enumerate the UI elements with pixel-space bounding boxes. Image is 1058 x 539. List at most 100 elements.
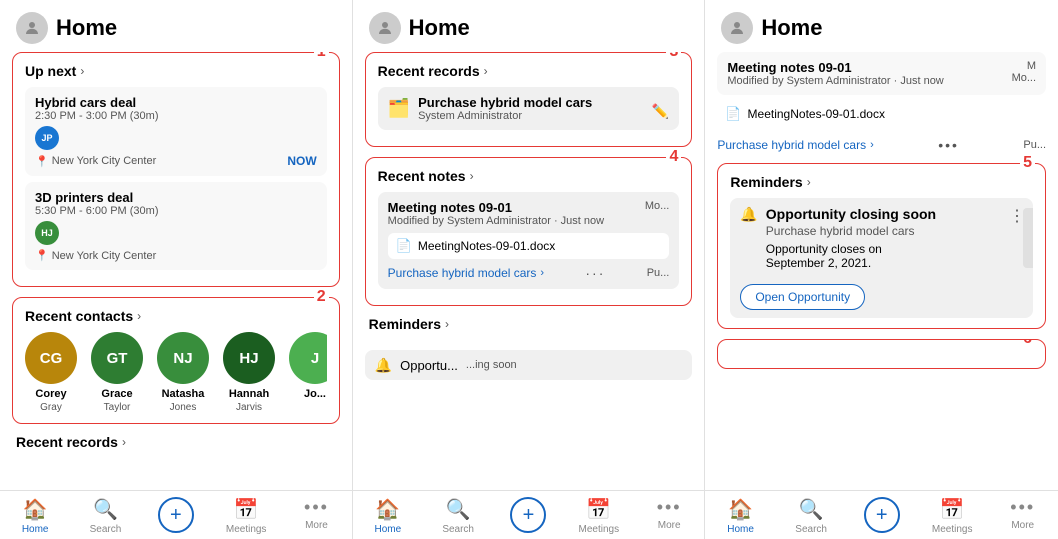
file-icon-top: 📄 [725,106,741,122]
bell-icon: 🔔 [740,206,757,223]
nav-plus-1[interactable]: + [141,497,211,535]
note-link[interactable]: Purchase hybrid model cars › [388,266,544,280]
link-row-top: Purchase hybrid model cars › ••• Pu... [717,137,1046,153]
meetings-icon-3: 📅 [940,497,965,522]
nav-search-2[interactable]: 🔍 Search [423,497,493,535]
reminder-card-1: 🔔 Opportunity closing soon Purchase hybr… [730,198,1033,318]
record-sub-1: System Administrator [418,110,592,122]
nav-meetings-label-2: Meetings [579,524,620,535]
note-dots[interactable]: ··· [585,265,605,281]
contact-NJ[interactable]: NJ Natasha Jones [157,332,209,413]
recent-records-header[interactable]: Recent records › [378,63,680,79]
page-title: Home [56,15,117,41]
edit-icon-1[interactable]: ✏️ [652,103,669,120]
nav-more-1[interactable]: ••• More [281,497,351,535]
header-avatar-2 [369,12,401,44]
nav-search-label-1: Search [90,524,122,535]
meeting-notes-card-top[interactable]: Meeting notes 09-01 Modified by System A… [717,52,1046,95]
event-time-2: 5:30 PM - 6:00 PM (30m) [35,205,317,217]
event-item-1[interactable]: Hybrid cars deal 2:30 PM - 3:00 PM (30m)… [25,87,327,176]
contact-HJ[interactable]: HJ Hannah Jarvis [223,332,275,413]
header-avatar [16,12,48,44]
recent-contacts-section: 2 Recent contacts › CG Corey Gray GT Gra… [12,297,340,424]
open-btn-wrapper: Open Opportunity [740,280,1023,310]
nav-more-3[interactable]: ••• More [987,497,1058,535]
nav-plus-2[interactable]: + [493,497,563,535]
contact-J[interactable]: J Jo... [289,332,327,413]
col-right-top: Pu... [1023,139,1046,151]
panel1-header: Home [0,0,352,52]
reminders-label[interactable]: Reminders › [365,316,693,332]
recent-notes-section: 4 Recent notes › Meeting notes 09-01 Mod… [365,157,693,306]
home-icon-2: 🏠 [375,497,400,522]
recent-notes-header[interactable]: Recent notes › [378,168,680,184]
partial-text: Opportu... [400,358,458,373]
section-number-4: 4 [666,148,681,166]
more-icon-1: ••• [304,497,329,518]
event-time-1: 2:30 PM - 3:00 PM (30m) [35,110,317,122]
panel1-content: 1 Up next › Hybrid cars deal 2:30 PM - 3… [0,52,352,490]
file-row-top[interactable]: 📄 MeetingNotes-09-01.docx [717,101,1046,127]
home-icon-3: 🏠 [728,497,753,522]
plus-button-2[interactable]: + [510,497,546,533]
reminders-header[interactable]: Reminders › [730,174,1033,190]
meeting-notes-title-top: Meeting notes 09-01 [727,60,943,75]
recent-contacts-header[interactable]: Recent contacts › [25,308,327,324]
partial-reminder: 🔔 Opportu... ...ing soon [365,350,693,380]
nav-home-1[interactable]: 🏠 Home [0,497,70,535]
rn-chevron: › [470,169,474,183]
contacts-row: CG Corey Gray GT Grace Taylor NJ Natasha… [25,332,327,413]
nav-search-label-3: Search [795,524,827,535]
reminder-title: Opportunity closing soon [766,206,936,222]
link-text-top[interactable]: Purchase hybrid model cars [717,138,866,152]
contact-GT[interactable]: GT Grace Taylor [91,332,143,413]
nav-meetings-3[interactable]: 📅 Meetings [917,497,988,535]
plus-button-3[interactable]: + [864,497,900,533]
panel2-content: 3 Recent records › 🗂️ Purchase hybrid mo… [353,52,705,490]
reminder-subtitle: Purchase hybrid model cars [766,224,936,238]
nav-more-2[interactable]: ••• More [634,497,704,535]
recent-records-label-text: Recent records [16,434,118,450]
note-col-right: Pu... [647,267,670,279]
nav-plus-3[interactable]: + [846,497,917,535]
event-title-1: Hybrid cars deal [35,95,317,110]
nav-more-label-3: More [1011,520,1034,531]
nav-home-2[interactable]: 🏠 Home [353,497,423,535]
contact-last-NJ: Jones [170,402,197,413]
note-file-row[interactable]: 📄 MeetingNotes-09-01.docx [388,233,670,259]
nav-more-label-2: More [658,520,681,531]
nav-search-1[interactable]: 🔍 Search [70,497,140,535]
now-badge-1: NOW [287,154,316,168]
event-location-2: 📍 New York City Center [35,249,317,262]
partial-next-card [1023,208,1033,268]
nav-search-label-2: Search [442,524,474,535]
link-top[interactable]: Purchase hybrid model cars › [717,138,873,152]
nav-meetings-1[interactable]: 📅 Meetings [211,497,281,535]
up-next-section: 1 Up next › Hybrid cars deal 2:30 PM - 3… [12,52,340,287]
dots-top[interactable]: ••• [938,137,959,153]
nav-home-label-1: Home [22,524,49,535]
nav-meetings-2[interactable]: 📅 Meetings [564,497,634,535]
plus-button-1[interactable]: + [158,497,194,533]
open-opportunity-button[interactable]: Open Opportunity [740,284,865,310]
contact-last-CG: Gray [40,402,62,413]
recent-records-chevron: › [122,435,126,449]
contact-CG[interactable]: CG Corey Gray [25,332,77,413]
reminder-content: 🔔 Opportunity closing soon Purchase hybr… [740,206,1023,274]
record-card-1[interactable]: 🗂️ Purchase hybrid model cars System Adm… [378,87,680,130]
note-card-1[interactable]: Meeting notes 09-01 Modified by System A… [378,192,680,289]
note-link-row: Purchase hybrid model cars › ··· Pu... [388,265,670,281]
nav-home-3[interactable]: 🏠 Home [705,497,776,535]
event-item-2[interactable]: 3D printers deal 5:30 PM - 6:00 PM (30m)… [25,182,327,270]
note-link-text[interactable]: Purchase hybrid model cars [388,266,537,280]
meeting-notes-mod-top: Modified by System Administrator · Just … [727,75,943,87]
meetings-icon-1: 📅 [234,497,259,522]
home-icon-1: 🏠 [23,497,48,522]
recent-records-label[interactable]: Recent records › [12,434,340,450]
nav-search-3[interactable]: 🔍 Search [776,497,847,535]
nav-meetings-label-3: Meetings [932,524,973,535]
up-next-header[interactable]: Up next › [25,63,327,79]
search-icon-2: 🔍 [446,497,471,522]
reminders-title: Reminders [730,174,802,190]
event-location-1: 📍 New York City Center NOW [35,154,317,168]
